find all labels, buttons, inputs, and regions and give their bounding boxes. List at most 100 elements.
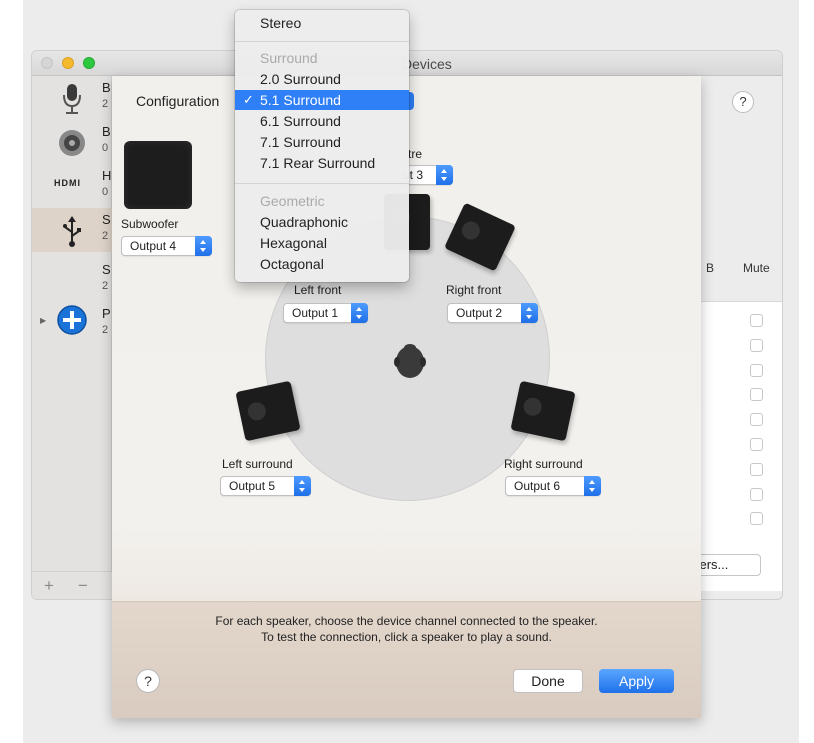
- usb-icon: [54, 214, 90, 247]
- right-surround-output-popup[interactable]: Output 6: [505, 476, 601, 496]
- column-header-mute: Mute: [743, 261, 770, 275]
- checkmark-icon: ✓: [243, 92, 254, 107]
- device-name: H: [102, 168, 112, 183]
- right-front-label: Right front: [446, 283, 502, 297]
- channel-table: [700, 301, 782, 591]
- menu-item-label: 7.1 Surround: [260, 134, 341, 150]
- menu-item-label: 6.1 Surround: [260, 113, 341, 129]
- mute-checkbox[interactable]: [750, 512, 763, 526]
- mute-checkbox[interactable]: [750, 413, 763, 427]
- menu-item-6-1-surround[interactable]: 6.1 Surround: [235, 111, 409, 131]
- menu-item-5-1-surround[interactable]: ✓ 5.1 Surround: [235, 90, 409, 110]
- sidebar-device-usb[interactable]: S 2: [32, 208, 112, 252]
- window-help-button[interactable]: ?: [732, 91, 754, 113]
- device-detail: 2: [102, 324, 109, 336]
- window-title: Devices: [402, 56, 452, 72]
- close-window-button[interactable]: [41, 57, 53, 69]
- popup-stepper-icon: [584, 476, 601, 496]
- menu-item-7-1-rear-surround[interactable]: 7.1 Rear Surround: [235, 153, 409, 173]
- menu-item-label: Surround: [260, 50, 318, 66]
- device-detail: 2: [102, 280, 109, 292]
- left-surround-output-popup[interactable]: Output 5: [220, 476, 311, 496]
- menu-item-label: 5.1 Surround: [260, 92, 341, 108]
- right-front-output-popup[interactable]: Output 2: [447, 303, 538, 323]
- menu-item-label: 7.1 Rear Surround: [260, 155, 376, 171]
- disclosure-triangle-icon[interactable]: ▶: [40, 316, 46, 325]
- popup-value: Output 4: [130, 239, 177, 253]
- zoom-window-button[interactable]: [83, 57, 95, 69]
- device-name: S: [102, 212, 111, 227]
- device-detail: 0: [102, 186, 109, 198]
- column-header-b: B: [706, 261, 715, 275]
- listener-head-icon: [393, 340, 427, 380]
- device-detail: 0: [102, 142, 109, 154]
- mute-checkbox[interactable]: [750, 487, 763, 501]
- device-name: B: [102, 80, 111, 95]
- device-detail: 2: [102, 230, 109, 242]
- mute-checkbox[interactable]: [750, 314, 763, 327]
- device-name: P: [102, 306, 111, 321]
- sidebar-device-aggregate[interactable]: ▶ P 2: [32, 296, 112, 340]
- add-device-button[interactable]: +: [44, 576, 54, 596]
- device-sidebar: B 2 B 0 HDMI H 0 S 2 S 2 ▶ P 2 + −: [32, 76, 112, 599]
- right-surround-label: Right surround: [504, 457, 583, 471]
- microphone-icon: [54, 82, 90, 114]
- mute-checkbox[interactable]: [750, 363, 763, 377]
- menu-item-quadraphonic[interactable]: Quadraphonic: [235, 212, 409, 232]
- popup-stepper-icon: [294, 476, 311, 496]
- popup-stepper-icon: [521, 303, 538, 323]
- menu-item-label: Quadraphonic: [260, 214, 348, 230]
- menu-separator: [235, 41, 409, 42]
- menu-item-label: Geometric: [260, 193, 325, 209]
- menu-item-stereo[interactable]: Stereo: [235, 13, 409, 33]
- popup-value: Output 1: [292, 306, 339, 320]
- sidebar-device-hdmi[interactable]: HDMI H 0: [32, 164, 112, 208]
- done-button[interactable]: Done: [513, 669, 583, 693]
- hdmi-icon: HDMI: [54, 178, 81, 188]
- sidebar-device-item[interactable]: S 2: [32, 252, 112, 296]
- sheet-instructions-line1: For each speaker, choose the device chan…: [215, 614, 598, 628]
- device-detail: 2: [102, 98, 109, 110]
- popup-value: Output 6: [514, 479, 561, 493]
- mute-checkbox[interactable]: [750, 438, 763, 451]
- menu-separator: [235, 183, 409, 184]
- minimize-window-button[interactable]: [62, 57, 74, 69]
- centre-label: tre: [408, 147, 423, 161]
- menu-item-octagonal[interactable]: Octagonal: [235, 254, 409, 274]
- remove-device-button[interactable]: −: [78, 576, 88, 596]
- menu-item-label: Stereo: [260, 15, 302, 31]
- apply-button[interactable]: Apply: [599, 669, 674, 693]
- sidebar-footer: + −: [32, 571, 112, 599]
- configuration-menu: Stereo Surround 2.0 Surround ✓ 5.1 Surround 6…: [235, 10, 409, 282]
- device-name: S: [102, 262, 111, 277]
- popup-stepper-icon: [351, 303, 368, 323]
- sidebar-device-speaker[interactable]: B 0: [32, 120, 112, 164]
- subwoofer-label: Subwoofer: [121, 217, 179, 231]
- sheet-instructions-line2: To test the connection, click a speaker …: [261, 630, 552, 644]
- popup-stepper-icon: [195, 236, 212, 256]
- menu-item-7-1-surround[interactable]: 7.1 Surround: [235, 132, 409, 152]
- mute-checkbox[interactable]: [750, 388, 763, 402]
- left-surround-label: Left surround: [222, 457, 293, 471]
- menu-section-surround: Surround: [235, 48, 409, 68]
- popup-value: Output 2: [456, 306, 503, 320]
- subwoofer-speaker[interactable]: [124, 141, 192, 209]
- aggregate-plus-icon: [54, 302, 90, 335]
- subwoofer-output-popup[interactable]: Output 4: [121, 236, 212, 256]
- menu-item-hexagonal[interactable]: Hexagonal: [235, 233, 409, 253]
- left-front-output-popup[interactable]: Output 1: [283, 303, 368, 323]
- menu-item-2-0-surround[interactable]: 2.0 Surround: [235, 69, 409, 89]
- menu-item-label: Octagonal: [260, 256, 324, 272]
- popup-stepper-icon: [436, 165, 453, 185]
- popup-value: Output 5: [229, 479, 276, 493]
- menu-section-geometric: Geometric: [235, 191, 409, 211]
- menu-item-label: 2.0 Surround: [260, 71, 341, 87]
- mute-checkbox[interactable]: [750, 462, 763, 476]
- configuration-label: Configuration: [136, 93, 220, 109]
- mute-checkbox[interactable]: [750, 338, 763, 352]
- sidebar-device-microphone[interactable]: B 2: [32, 76, 112, 120]
- sheet-help-button[interactable]: ?: [136, 669, 160, 693]
- menu-item-label: Hexagonal: [260, 235, 327, 251]
- left-front-label: Left front: [294, 283, 342, 297]
- device-name: B: [102, 124, 111, 139]
